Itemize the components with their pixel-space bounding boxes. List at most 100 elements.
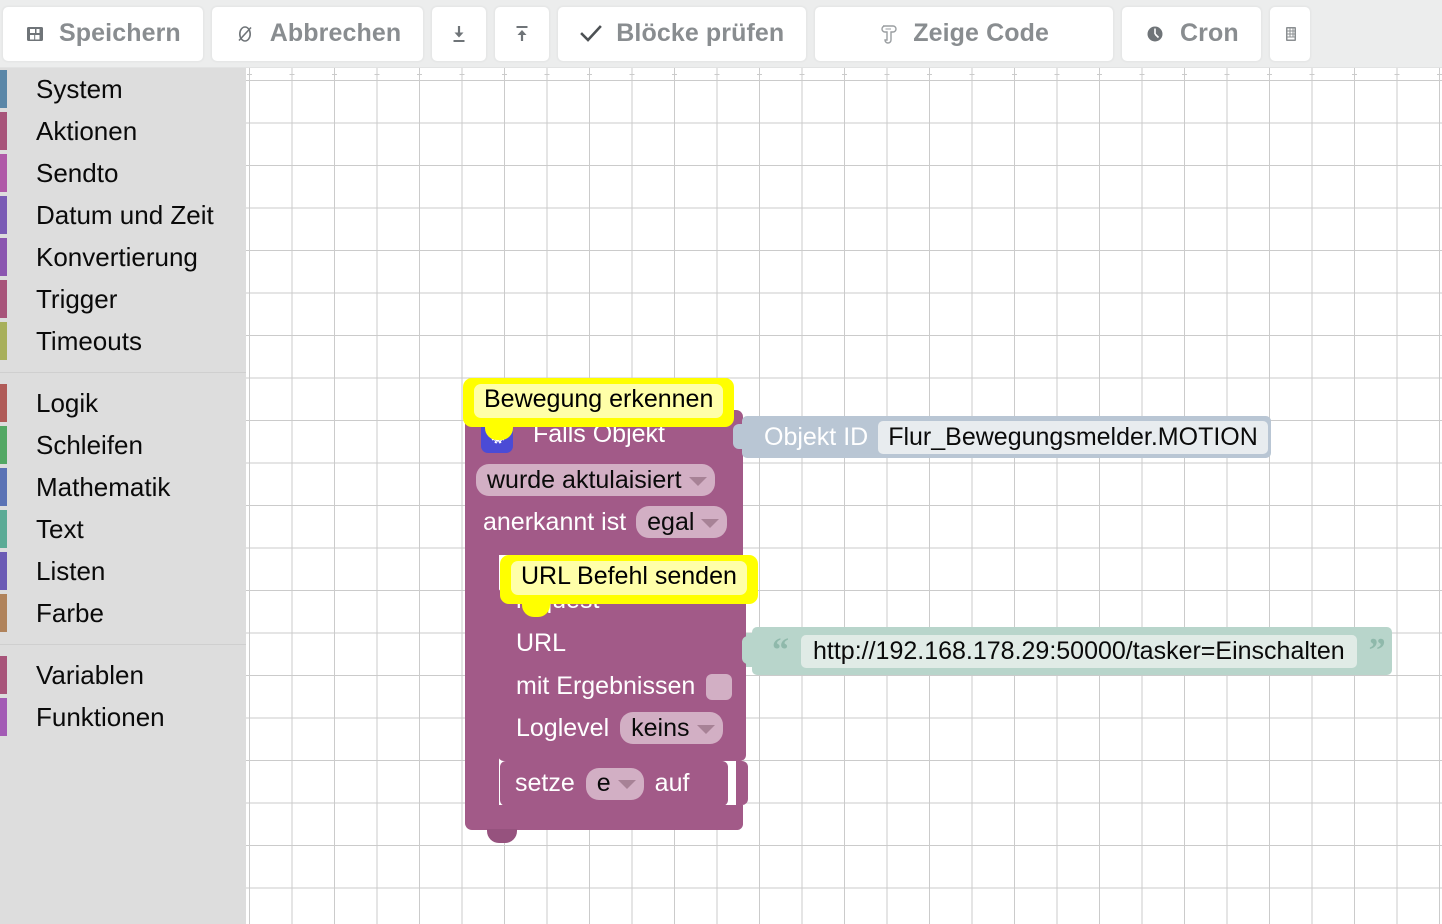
sidebar-item-farbe[interactable]: Farbe xyxy=(0,592,246,634)
save-button-label: Speichern xyxy=(59,19,181,47)
trigger-condition-value: wurde aktulaisiert xyxy=(487,465,682,494)
category-color-swatch xyxy=(0,698,7,736)
blockly-canvas[interactable]: Falls Objekt wurde aktulaisiert anerkann… xyxy=(246,68,1442,924)
category-color-swatch xyxy=(0,322,7,360)
sidebar-item-label: Funktionen xyxy=(36,702,165,732)
sidebar-item-trigger[interactable]: Trigger xyxy=(0,278,246,320)
save-button[interactable]: Speichern xyxy=(2,5,204,62)
results-row: mit Ergebnissen xyxy=(516,672,733,701)
sidebar-item-variablen[interactable]: Variablen xyxy=(0,654,246,696)
save-icon xyxy=(25,24,45,44)
sidebar-item-funktionen[interactable]: Funktionen xyxy=(0,696,246,738)
trigger-condition-dropdown[interactable]: wurde aktulaisiert xyxy=(476,464,715,496)
sidebar-item-datum-und-zeit[interactable]: Datum und Zeit xyxy=(0,194,246,236)
export-button[interactable] xyxy=(431,5,488,62)
set-value-socket xyxy=(728,761,748,805)
ack-dropdown[interactable]: egal xyxy=(636,506,728,538)
sidebar-item-system[interactable]: System xyxy=(0,68,246,110)
show-code-label: Zeige Code xyxy=(913,19,1050,47)
sidebar-item-timeouts[interactable]: Timeouts xyxy=(0,320,246,362)
sidebar-item-label: Trigger xyxy=(36,284,118,314)
variable-name: e xyxy=(596,769,611,797)
outer-block-bottom-bar xyxy=(499,805,743,830)
category-color-swatch xyxy=(0,112,7,150)
object-id-label: Objekt ID xyxy=(764,422,869,451)
close-quote-icon: ” xyxy=(1368,631,1386,669)
sidebar-item-text[interactable]: Text xyxy=(0,508,246,550)
show-code-button[interactable]: Zeige Code xyxy=(814,5,1115,62)
set-label: setze xyxy=(515,769,575,797)
sidebar-item-label: Datum und Zeit xyxy=(36,200,214,230)
ack-value: egal xyxy=(647,507,695,536)
chevron-down-icon xyxy=(701,518,720,528)
category-color-swatch xyxy=(0,468,7,506)
export-download-icon xyxy=(448,23,470,45)
url-string-block[interactable]: “ http://192.168.178.29:50000/tasker=Ein… xyxy=(742,627,1392,675)
keyboard-shortcuts-button[interactable] xyxy=(1268,5,1311,62)
sidebar-item-logik[interactable]: Logik xyxy=(0,382,246,424)
url-text-field[interactable]: http://192.168.178.29:50000/tasker=Einsc… xyxy=(801,634,1357,668)
sidebar-item-label: Logik xyxy=(36,388,99,418)
toolbox-sidebar: System Aktionen Sendto Datum und Zeit Ko… xyxy=(0,68,246,924)
check-blocks-button[interactable]: Blöcke prüfen xyxy=(557,5,808,62)
sidebar-divider xyxy=(0,372,246,373)
sidebar-item-label: Variablen xyxy=(36,660,144,690)
sidebar-item-listen[interactable]: Listen xyxy=(0,550,246,592)
comment-bubble-url[interactable]: URL Befehl senden xyxy=(500,555,758,616)
code-scroll-icon xyxy=(879,23,899,45)
sidebar-item-label: Aktionen xyxy=(36,116,138,146)
cron-button[interactable]: Cron xyxy=(1121,5,1262,62)
import-button[interactable] xyxy=(494,5,551,62)
sidebar-item-mathematik[interactable]: Mathematik xyxy=(0,466,246,508)
loglevel-row: Loglevel keins xyxy=(516,712,723,744)
results-checkbox[interactable] xyxy=(706,673,733,700)
category-color-swatch xyxy=(0,594,7,632)
comment-text: URL Befehl senden xyxy=(511,561,747,595)
sidebar-item-label: Farbe xyxy=(36,598,104,628)
sidebar-item-konvertierung[interactable]: Konvertierung xyxy=(0,236,246,278)
sidebar-item-schleifen[interactable]: Schleifen xyxy=(0,424,246,466)
sidebar-item-label: Schleifen xyxy=(36,430,143,460)
comment-text: Bewegung erkennen xyxy=(474,384,724,418)
results-label: mit Ergebnissen xyxy=(516,672,696,700)
category-color-swatch xyxy=(0,656,7,694)
sidebar-item-aktionen[interactable]: Aktionen xyxy=(0,110,246,152)
comment-bubble-trigger[interactable]: Bewegung erkennen xyxy=(463,378,735,439)
category-color-swatch xyxy=(0,384,7,422)
set-variable-block[interactable]: setze e auf xyxy=(500,761,748,806)
category-color-swatch xyxy=(0,70,7,108)
cancel-button[interactable]: Abbrechen xyxy=(210,5,425,62)
ack-row: anerkannt ist egal xyxy=(483,506,728,538)
category-color-swatch xyxy=(0,552,7,590)
sidebar-item-sendto[interactable]: Sendto xyxy=(0,152,246,194)
sidebar-divider xyxy=(0,644,246,645)
sidebar-item-label: Text xyxy=(36,514,84,544)
cancel-icon xyxy=(234,23,256,45)
sidebar-item-label: Listen xyxy=(36,556,106,586)
loglevel-dropdown[interactable]: keins xyxy=(620,712,723,744)
object-id-value-block[interactable]: Objekt ID Flur_Bewegungsmelder.MOTION xyxy=(733,416,1271,458)
open-quote-icon: “ xyxy=(772,631,789,669)
category-color-swatch xyxy=(0,510,7,548)
to-label: auf xyxy=(654,769,690,797)
object-id-field[interactable]: Flur_Bewegungsmelder.MOTION xyxy=(878,420,1268,454)
chevron-down-icon xyxy=(617,780,636,789)
category-color-swatch xyxy=(0,238,7,276)
clock-icon xyxy=(1144,23,1166,45)
toolbox-group-common: System Aktionen Sendto Datum und Zeit Ko… xyxy=(0,68,246,362)
import-upload-icon xyxy=(511,23,533,45)
category-color-swatch xyxy=(0,280,7,318)
loglevel-value: keins xyxy=(631,713,690,742)
chevron-down-icon xyxy=(696,724,715,734)
category-color-swatch xyxy=(0,154,7,192)
sidebar-item-label: Sendto xyxy=(36,158,119,188)
loglevel-label: Loglevel xyxy=(516,713,610,742)
check-blocks-label: Blöcke prüfen xyxy=(616,19,785,47)
category-color-swatch xyxy=(0,426,7,464)
check-icon xyxy=(580,24,603,44)
sidebar-item-label: System xyxy=(36,74,123,104)
ack-label: anerkannt ist xyxy=(483,507,627,536)
keyboard-grid-icon xyxy=(1284,23,1298,45)
variable-dropdown[interactable]: e xyxy=(585,767,644,800)
cron-button-label: Cron xyxy=(1180,19,1239,47)
